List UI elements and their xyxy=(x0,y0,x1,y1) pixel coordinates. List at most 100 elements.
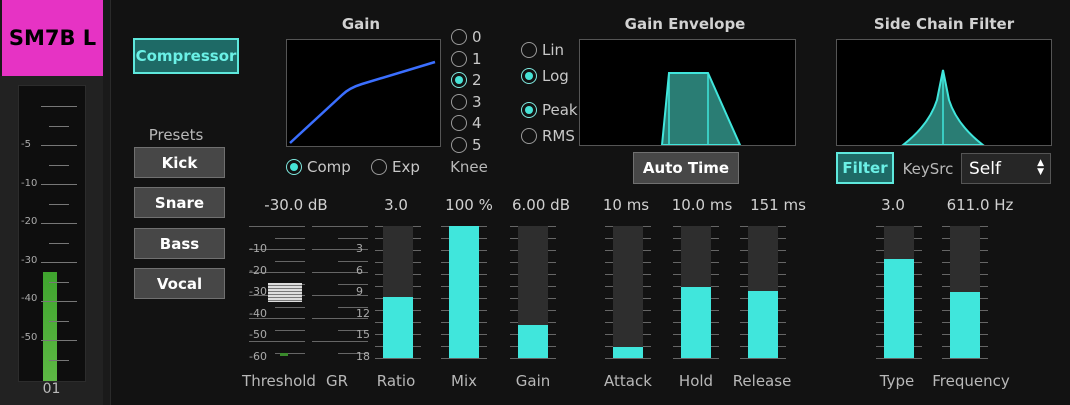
scale-lin-radio[interactable]: Lin xyxy=(521,41,564,59)
scale-tick xyxy=(249,226,305,227)
meter-tick xyxy=(49,359,69,361)
gain-section-title: Gain xyxy=(341,15,381,33)
ratio-slider[interactable] xyxy=(383,226,413,358)
detect-peak-radio[interactable]: Peak xyxy=(521,101,578,119)
meter-tick xyxy=(49,164,69,166)
meter-scale-label: -20 xyxy=(21,216,38,227)
knee-2-radio[interactable]: 2 xyxy=(451,71,482,89)
knee-0-radio[interactable]: 0 xyxy=(451,28,482,46)
ratio-slider-fill xyxy=(383,297,413,358)
meter-tick xyxy=(49,320,69,322)
mode-comp-radio[interactable]: Comp xyxy=(286,158,351,176)
meter-tick xyxy=(41,184,77,185)
meter-tick xyxy=(49,125,69,127)
scale-log-radio[interactable]: Log xyxy=(521,67,569,85)
gr-label: GR xyxy=(325,372,349,390)
filter-toggle-button[interactable]: Filter xyxy=(836,152,894,184)
meter-scale-label: -5 xyxy=(21,139,31,150)
mix-slider[interactable] xyxy=(449,226,479,358)
knee-4-radio[interactable]: 4 xyxy=(451,114,482,132)
release-slider[interactable] xyxy=(748,226,778,358)
gr-scale: 3 6 9 12 15 18 xyxy=(312,226,370,363)
scale-tick-label: 12 xyxy=(356,306,370,320)
updown-chevron-icon: ▲ ▼ xyxy=(1037,158,1044,177)
meter-tick xyxy=(49,242,69,244)
knee-1-label: 1 xyxy=(472,50,482,68)
gain-label: Gain xyxy=(515,372,551,390)
release-slider-fill xyxy=(748,290,778,358)
scale-tick-label: 6 xyxy=(356,263,363,277)
side-chain-filter-graph xyxy=(836,39,1052,146)
radio-unselected-icon xyxy=(451,137,467,153)
preset-bass-button[interactable]: Bass xyxy=(134,228,225,259)
level-meter: -5 -10 -20 -30 -40 -50 xyxy=(18,85,86,382)
meter-tick xyxy=(41,106,77,107)
scale-tick xyxy=(249,341,305,342)
mode-exp-radio[interactable]: Exp xyxy=(371,158,420,176)
preset-snare-button[interactable]: Snare xyxy=(134,187,225,218)
meter-tick xyxy=(49,281,69,283)
radio-unselected-icon xyxy=(451,115,467,131)
channel-number: 01 xyxy=(42,381,61,397)
compressor-toggle-button[interactable]: Compressor xyxy=(133,38,239,74)
preset-kick-button[interactable]: Kick xyxy=(134,147,225,178)
knee-5-radio[interactable]: 5 xyxy=(451,136,482,154)
radio-selected-icon xyxy=(521,68,537,84)
meter-tick xyxy=(49,203,69,205)
knee-2-label: 2 xyxy=(472,71,482,89)
type-value: 3.0 xyxy=(881,196,905,214)
scale-tick-label: -20 xyxy=(249,263,267,277)
scale-tick-label: 3 xyxy=(356,242,363,255)
knee-label: Knee xyxy=(450,158,488,176)
mode-comp-label: Comp xyxy=(307,158,351,176)
meter-level-fill xyxy=(43,271,57,381)
ratio-value: 3.0 xyxy=(384,196,408,214)
hold-label: Hold xyxy=(678,372,714,390)
scale-tick xyxy=(312,341,368,342)
scale-tick-label: -30 xyxy=(249,285,267,298)
gr-meter-indicator xyxy=(280,353,288,356)
hold-slider[interactable] xyxy=(681,226,711,358)
scale-tick xyxy=(375,358,421,359)
scale-tick xyxy=(275,306,305,308)
scale-tick xyxy=(441,358,487,359)
side-chain-filter-svg xyxy=(900,69,986,146)
type-slider[interactable] xyxy=(884,226,914,358)
mode-exp-label: Exp xyxy=(392,158,420,176)
scale-tick xyxy=(605,358,651,359)
preset-vocal-button[interactable]: Vocal xyxy=(134,268,225,299)
gain-curve-graph xyxy=(286,39,441,147)
radio-unselected-icon xyxy=(451,51,467,67)
gain-envelope-graph xyxy=(579,39,796,146)
scale-log-label: Log xyxy=(542,67,569,85)
keysrc-select[interactable]: Self ▲ ▼ xyxy=(961,153,1051,184)
gain-slider[interactable] xyxy=(518,226,548,358)
type-label: Type xyxy=(879,372,915,390)
knee-5-label: 5 xyxy=(472,136,482,154)
radio-unselected-icon xyxy=(521,42,537,58)
track-name-label[interactable]: SM7B L xyxy=(2,0,103,76)
gain-slider-fill xyxy=(518,325,548,358)
detect-rms-radio[interactable]: RMS xyxy=(521,127,575,145)
scale-tick xyxy=(876,358,922,359)
radio-selected-icon xyxy=(521,102,537,118)
knee-3-radio[interactable]: 3 xyxy=(451,93,482,111)
scale-tick xyxy=(942,358,988,359)
meter-tick xyxy=(41,340,77,341)
meter-tick xyxy=(41,262,77,263)
meter-scale-label: -40 xyxy=(21,293,38,304)
threshold-handle[interactable] xyxy=(268,283,302,302)
hold-slider-fill xyxy=(681,286,711,358)
frequency-slider-fill xyxy=(950,292,980,358)
auto-time-button[interactable]: Auto Time xyxy=(633,152,739,184)
radio-unselected-icon xyxy=(451,94,467,110)
attack-slider[interactable] xyxy=(613,226,643,358)
scale-tick-label: -50 xyxy=(249,328,267,341)
scale-tick-label: 9 xyxy=(356,285,363,298)
knee-1-radio[interactable]: 1 xyxy=(451,50,482,68)
knee-3-label: 3 xyxy=(472,93,482,111)
frequency-slider[interactable] xyxy=(950,226,980,358)
frequency-value: 611.0 Hz xyxy=(946,196,1014,214)
scale-tick xyxy=(275,237,305,239)
scale-lin-label: Lin xyxy=(542,41,565,59)
